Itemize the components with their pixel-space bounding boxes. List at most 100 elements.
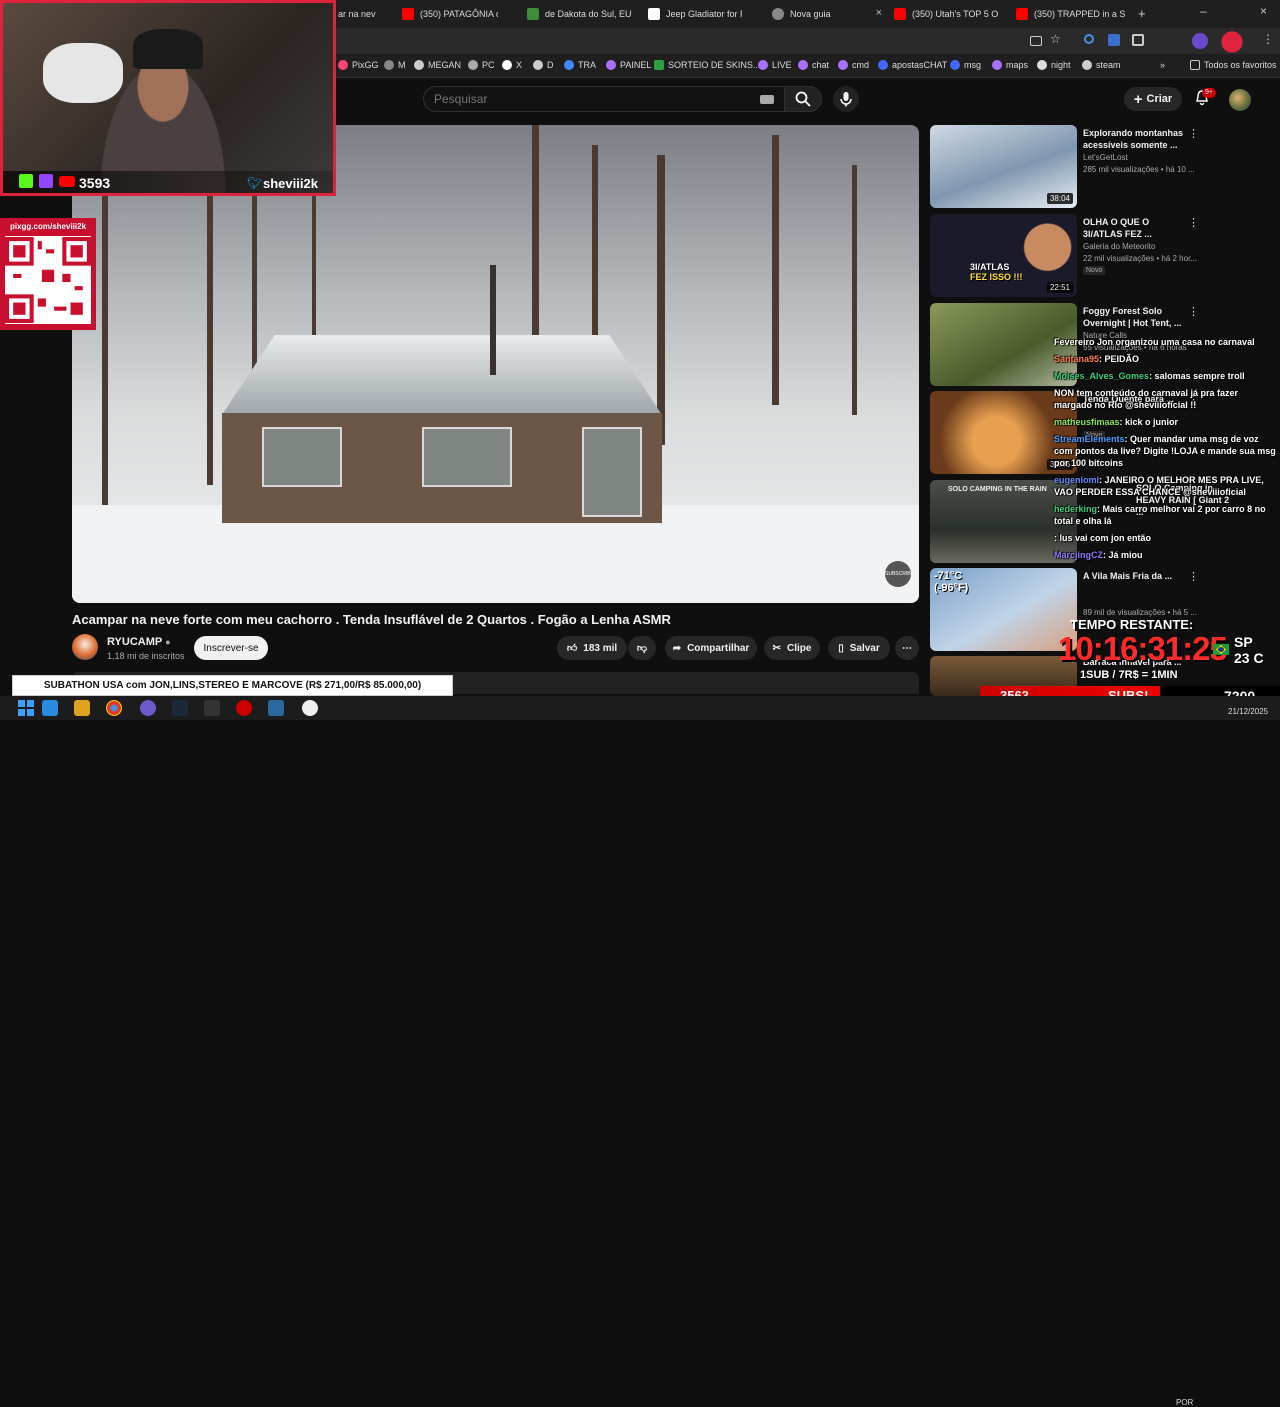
subathon-timer: 10:16:31:25 (1058, 630, 1228, 667)
chat-message: Moises_Alves_Gomes: salomas sempre troll (1054, 370, 1276, 382)
more-options-icon[interactable]: ⋮ (1188, 305, 1199, 318)
tab-5[interactable]: Nova guia × (772, 2, 882, 26)
search-button[interactable] (784, 86, 822, 112)
language-indicator[interactable]: POR (1176, 1398, 1193, 1407)
star-icon[interactable]: ☆ (1050, 32, 1061, 46)
chrome-icon[interactable] (106, 700, 122, 716)
rec-title[interactable]: Explorando montanhas acessíveis somente … (1083, 127, 1183, 151)
app-icon[interactable] (204, 700, 220, 716)
thumbnail-text: SOLO CAMPING IN THE RAIN (948, 486, 1047, 493)
rec-views: 285 mil visualizações • há 10 ... (1083, 165, 1195, 174)
rec-channel[interactable]: Let'sGetLost (1083, 153, 1128, 162)
new-tab-button[interactable]: + (1138, 6, 1146, 21)
tab-label: Jeep Gladiator for Re (666, 9, 742, 19)
bookmark[interactable]: maps (992, 60, 1028, 70)
bookmarks-overflow-icon[interactable]: » (1160, 60, 1165, 70)
account-avatar[interactable] (1229, 89, 1251, 111)
bookmark-icon (950, 60, 960, 70)
share-button[interactable]: ➦ Compartilhar (665, 636, 757, 660)
bookmark-label: maps (1006, 60, 1029, 70)
subscribe-watermark[interactable]: SUBSCRIBE (885, 561, 914, 587)
bookmark[interactable]: D (533, 60, 554, 70)
app-icon[interactable] (140, 700, 156, 716)
clip-button[interactable]: ✂ Clipe (764, 636, 820, 660)
chat-message: MarcjingCZ: Já miou (1054, 549, 1276, 561)
profile-avatar[interactable] (1192, 33, 1208, 49)
youtube-icon (402, 8, 414, 20)
new-badge: Novo (1083, 266, 1106, 275)
bookmark[interactable]: chat (798, 60, 829, 70)
extension-icon[interactable] (1084, 34, 1094, 44)
bookmark[interactable]: PixGG (338, 60, 379, 70)
rec-channel[interactable]: Galeria do Meteorito (1083, 242, 1155, 251)
bookmark[interactable]: TRA (564, 60, 596, 70)
video-thumbnail[interactable]: 3I/ATLAS FEZ ISSO !!! 22:51 (930, 214, 1077, 297)
rec-title[interactable]: Foggy Forest Solo Overnight | Hot Tent, … (1083, 305, 1183, 329)
bookmark[interactable]: X (502, 60, 522, 70)
tab-1[interactable]: ar na nev (338, 2, 396, 26)
bookmark[interactable]: PAINEL (606, 60, 651, 70)
tab-2[interactable]: (350) PATAGÔNIA de (402, 2, 498, 26)
video-thumbnail[interactable]: 38:04 (930, 125, 1077, 208)
steam-icon[interactable] (172, 700, 188, 716)
bookmark[interactable]: M (384, 60, 406, 70)
tab-label: (350) PATAGÔNIA de (420, 9, 498, 19)
clock-date[interactable]: 21/12/2025 (1228, 707, 1268, 716)
bookmark[interactable]: MEGAN (414, 60, 461, 70)
save-button[interactable]: ▯ Salvar (828, 636, 890, 660)
folder-icon (1190, 60, 1200, 70)
duration-badge: 22:51 (1046, 282, 1073, 293)
keyboard-icon[interactable] (760, 95, 774, 104)
cast-icon[interactable] (1030, 36, 1042, 46)
obs-icon[interactable] (236, 700, 252, 716)
bookmark[interactable]: cmd (838, 60, 869, 70)
close-window-icon[interactable]: × (1260, 4, 1267, 18)
app-icon[interactable] (268, 700, 284, 716)
extension-icon[interactable] (1108, 34, 1120, 46)
channel-avatar[interactable] (72, 634, 98, 660)
more-actions-button[interactable]: ⋯ (895, 636, 919, 660)
video-title: Acampar na neve forte com meu cachorro .… (72, 612, 671, 627)
store-icon[interactable] (74, 700, 90, 716)
bookmark[interactable]: night (1037, 60, 1071, 70)
chat-text: : PEIDÃO (1099, 354, 1140, 364)
bookmark[interactable]: SORTEIO DE SKINS... (654, 60, 760, 70)
youtube-icon (1016, 8, 1028, 20)
minimize-icon[interactable]: – (1200, 4, 1207, 18)
bookmark[interactable]: steam (1082, 60, 1121, 70)
recommendation-item[interactable]: 38:04 Explorando montanhas acessíveis so… (930, 125, 1270, 209)
tab-4[interactable]: Jeep Gladiator for Re (648, 2, 742, 26)
rec-title[interactable]: OLHA O QUE O 3I/ATLAS FEZ ... (1083, 216, 1183, 240)
app-icon[interactable] (302, 700, 318, 716)
bookmark[interactable]: msg (950, 60, 981, 70)
video-player[interactable]: SUBSCRIBE (72, 125, 919, 603)
channel-name[interactable]: RYUCAMP ● (107, 636, 171, 648)
subscriber-count: 1,18 mi de inscritos (107, 651, 185, 661)
windows-start-icon[interactable] (18, 700, 34, 716)
tab-6[interactable]: (350) Utah's TOP 5 O (894, 2, 1002, 26)
dislike-button[interactable]: 👎︎ (628, 636, 656, 660)
tab-3[interactable]: de Dakota do Sul, EU (527, 2, 635, 26)
bookmark[interactable]: PC (468, 60, 495, 70)
more-horizontal-icon: ⋯ (902, 642, 912, 654)
recommendation-item[interactable]: 3I/ATLAS FEZ ISSO !!! 22:51 OLHA O QUE O … (930, 214, 1270, 298)
tent-window (262, 427, 342, 487)
bookmark-icon (533, 60, 543, 70)
search-input[interactable] (434, 92, 754, 106)
create-button[interactable]: + Criar (1124, 87, 1182, 111)
more-options-icon[interactable]: ⋮ (1188, 216, 1199, 229)
like-button[interactable]: 👍︎ 183 mil (557, 636, 627, 660)
voice-search-button[interactable] (833, 86, 859, 112)
extensions-puzzle-icon[interactable] (1132, 34, 1144, 46)
close-tab-icon[interactable]: × (876, 7, 882, 19)
bookmark-label: steam (1096, 60, 1121, 70)
subscribe-button[interactable]: Inscrever-se (194, 636, 268, 660)
bookmark[interactable]: apostasCHAT (878, 60, 947, 70)
tab-7[interactable]: (350) TRAPPED in a S (1016, 2, 1128, 26)
bookmark[interactable]: LIVE (758, 60, 792, 70)
more-options-icon[interactable]: ⋮ (1188, 127, 1199, 140)
start-menu-icon[interactable] (42, 700, 58, 716)
page-icon (648, 8, 660, 20)
menu-kebab-icon[interactable]: ⋮ (1262, 32, 1274, 46)
all-bookmarks[interactable]: Todos os favoritos (1190, 60, 1277, 70)
